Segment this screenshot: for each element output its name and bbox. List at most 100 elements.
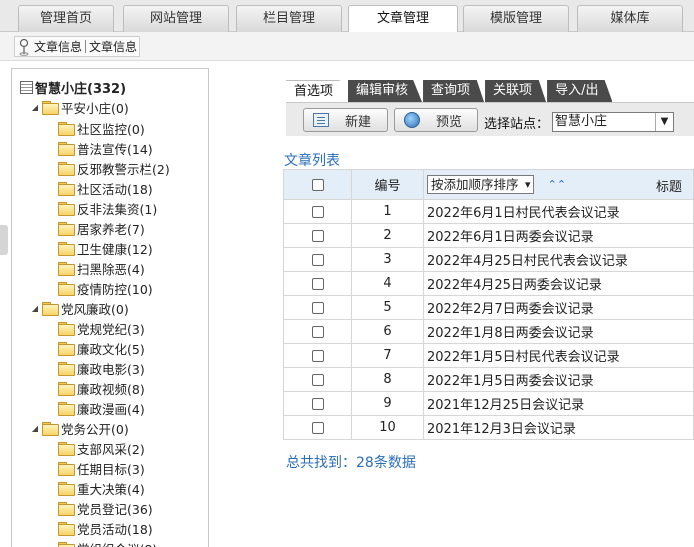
table-row[interactable]: 3 2022年4月25日村民代表会议记录 — [283, 247, 694, 272]
table-row[interactable]: 4 2022年4月25日两委会议记录 — [283, 271, 694, 296]
row-checkbox[interactable] — [311, 349, 324, 362]
row-number: 5 — [351, 295, 424, 320]
row-title[interactable]: 2022年4月25日村民代表会议记录 — [423, 247, 694, 272]
row-checkbox[interactable] — [311, 229, 324, 242]
table-row[interactable]: 9 2021年12月25日会议记录 — [283, 391, 694, 416]
tab-admin-home[interactable]: 管理首页 — [18, 5, 114, 32]
tree-group[interactable]: ◢ 党风廉政(0) — [30, 298, 129, 318]
table-row[interactable]: 6 2022年1月8日两委会议记录 — [283, 319, 694, 344]
folder-icon — [58, 382, 75, 396]
tab-column-management[interactable]: 栏目管理 — [236, 5, 342, 32]
row-title[interactable]: 2021年12月3日会议记录 — [423, 415, 694, 440]
preview-button[interactable]: 预览 — [394, 108, 478, 132]
tree-item[interactable]: 反非法集资(1) — [58, 198, 157, 218]
tree-item[interactable]: 重大决策(4) — [58, 478, 145, 498]
tab-import-export[interactable]: 导入/出 — [547, 80, 613, 102]
folder-icon — [58, 322, 75, 336]
tree-item[interactable]: 社区活动(18) — [58, 178, 153, 198]
row-checkbox[interactable] — [311, 277, 324, 290]
row-title[interactable]: 2022年6月1日村民代表会议记录 — [423, 199, 694, 224]
row-title[interactable]: 2022年6月1日两委会议记录 — [423, 223, 694, 248]
tree-item[interactable]: 疫情防控(10) — [58, 278, 153, 298]
expand-toggle-icon[interactable]: ◢ — [30, 424, 40, 433]
row-title[interactable]: 2022年2月7日两委会议记录 — [423, 295, 694, 320]
table-row[interactable]: 10 2021年12月3日会议记录 — [283, 415, 694, 440]
table-row[interactable]: 2 2022年6月1日两委会议记录 — [283, 223, 694, 248]
tree-item[interactable]: 廉政电影(3) — [58, 358, 145, 378]
new-button[interactable]: 新建 — [303, 108, 388, 132]
row-checkbox[interactable] — [311, 205, 324, 218]
row-checkbox[interactable] — [311, 397, 324, 410]
folder-icon — [58, 142, 75, 156]
tree-item[interactable]: 普法宣传(14) — [58, 138, 153, 158]
tree-item[interactable]: 卫生健康(12) — [58, 238, 153, 258]
breadcrumb-item[interactable]: 文章信息 — [89, 38, 137, 55]
sort-order-select[interactable]: 按添加顺序排序 — [427, 175, 534, 194]
row-title[interactable]: 2022年1月8日两委会议记录 — [423, 319, 694, 344]
tree-item[interactable]: 扫黑除恶(4) — [58, 258, 145, 278]
tab-media-library[interactable]: 媒体库 — [577, 5, 683, 32]
site-select-value: 智慧小庄 — [555, 114, 608, 129]
tab-site-management[interactable]: 网站管理 — [123, 5, 229, 32]
breadcrumb-item[interactable]: 文章信息 — [34, 38, 82, 55]
row-title[interactable]: 2021年12月25日会议记录 — [423, 391, 694, 416]
expand-toggle-icon[interactable]: ◢ — [30, 103, 40, 112]
tree-item[interactable]: 廉政视频(8) — [58, 378, 145, 398]
tree-root[interactable]: 智慧小庄(332) — [20, 77, 126, 97]
tree-item[interactable]: 社区监控(0) — [58, 118, 145, 138]
tab-relations[interactable]: 关联项 — [485, 80, 547, 102]
tree-group[interactable]: ◢ 党务公开(0) — [30, 418, 129, 438]
tree-item[interactable]: 反邪教警示栏(2) — [58, 158, 170, 178]
tree-item-label: 党员登记(36) — [77, 501, 153, 517]
article-table: 编号 按添加顺序排序 ⌃⌃ 标题 12022年6月1日村民代表会议记录 2202… — [283, 169, 694, 440]
panel-splitter[interactable] — [0, 225, 8, 255]
tree-item[interactable]: 党员登记(36) — [58, 498, 153, 518]
tree-item-label: 反邪教警示栏(2) — [77, 161, 170, 177]
row-checkbox[interactable] — [311, 325, 324, 338]
row-checkbox[interactable] — [311, 253, 324, 266]
new-button-label: 新建 — [345, 114, 372, 130]
tree-item[interactable]: 党组织会议(8) — [58, 538, 157, 547]
folder-icon — [58, 462, 75, 476]
tab-template-management[interactable]: 模版管理 — [463, 5, 569, 32]
table-row[interactable]: 7 2022年1月5日村民代表会议记录 — [283, 343, 694, 368]
row-title[interactable]: 2022年1月5日村民代表会议记录 — [423, 343, 694, 368]
row-checkbox-cell — [283, 319, 352, 344]
table-row[interactable]: 8 2022年1月5日两委会议记录 — [283, 367, 694, 392]
tab-edit-review[interactable]: 编辑审核 — [348, 80, 423, 102]
table-row[interactable]: 5 2022年2月7日两委会议记录 — [283, 295, 694, 320]
tree-item[interactable]: 党员活动(18) — [58, 518, 153, 538]
row-checkbox-cell — [283, 223, 352, 248]
new-document-icon — [313, 113, 329, 127]
tree-item[interactable]: 党规党纪(3) — [58, 318, 145, 338]
row-checkbox-cell — [283, 295, 352, 320]
row-checkbox[interactable] — [311, 301, 324, 314]
tree-item[interactable]: 任期目标(3) — [58, 458, 145, 478]
row-number: 10 — [351, 415, 424, 440]
tab-query[interactable]: 查询项 — [423, 80, 485, 102]
tree-item[interactable]: 廉政漫画(4) — [58, 398, 145, 418]
tree-group[interactable]: ◢ 平安小庄(0) — [30, 97, 129, 117]
tab-article-management[interactable]: 文章管理 — [348, 5, 458, 33]
tree-item[interactable]: 廉政文化(5) — [58, 338, 145, 358]
row-number: 6 — [351, 319, 424, 344]
row-checkbox-cell — [283, 391, 352, 416]
tree-item-label: 反非法集资(1) — [77, 201, 158, 217]
expand-toggle-icon[interactable]: ◢ — [30, 304, 40, 313]
sort-toggle-icon[interactable]: ⌃⌃ — [548, 178, 566, 191]
chevron-down-icon: ▼ — [655, 113, 673, 131]
row-title[interactable]: 2022年1月5日两委会议记录 — [423, 367, 694, 392]
row-title[interactable]: 2022年4月25日两委会议记录 — [423, 271, 694, 296]
tree-item-label: 廉政漫画(4) — [77, 401, 145, 417]
row-checkbox-cell — [283, 199, 352, 224]
breadcrumb: 文章信息 文章信息 — [14, 36, 141, 57]
table-row[interactable]: 1 2022年6月1日村民代表会议记录 — [283, 199, 694, 224]
row-checkbox[interactable] — [311, 373, 324, 386]
tab-preferences[interactable]: 首选项 — [286, 80, 348, 102]
folder-icon — [58, 442, 75, 456]
select-all-checkbox[interactable] — [311, 178, 324, 191]
tree-item[interactable]: 支部风采(2) — [58, 438, 145, 458]
tree-item[interactable]: 居家养老(7) — [58, 218, 145, 238]
row-checkbox[interactable] — [311, 421, 324, 434]
site-select[interactable]: 智慧小庄 ▼ — [552, 112, 674, 132]
